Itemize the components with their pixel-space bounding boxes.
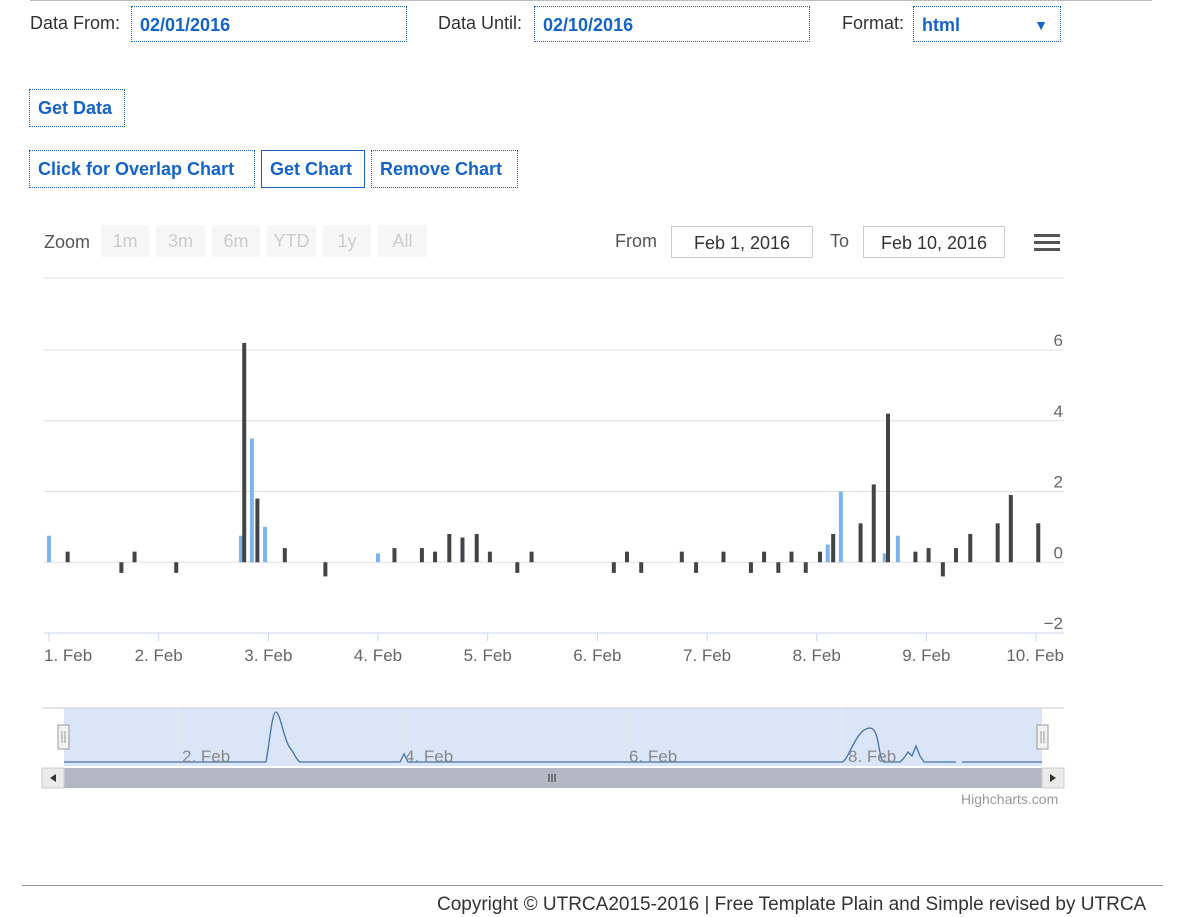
navigator-label: 8. Feb bbox=[848, 747, 896, 766]
footer-divider bbox=[22, 885, 1163, 886]
navigator-label: 4. Feb bbox=[405, 747, 453, 766]
navigator-right-handle[interactable] bbox=[1036, 724, 1049, 750]
navigator-left-handle[interactable] bbox=[57, 724, 70, 750]
scrollbar-thumb[interactable] bbox=[64, 768, 1042, 788]
navigator-label: 2. Feb bbox=[182, 747, 230, 766]
navigator-label: 6. Feb bbox=[629, 747, 677, 766]
navigator[interactable]: 2. Feb 4. Feb 6. Feb 8. Feb bbox=[0, 0, 1202, 800]
footer-copyright: Copyright © UTRCA2015-2016 | Free Templa… bbox=[437, 894, 1147, 915]
highcharts-credits[interactable]: Highcharts.com bbox=[961, 791, 1058, 807]
